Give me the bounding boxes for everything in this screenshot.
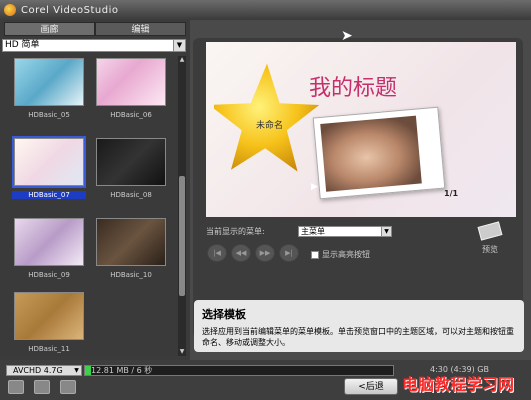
template-thumbnail bbox=[96, 218, 166, 266]
menu-category-select[interactable]: HD 简单 ▼ bbox=[2, 39, 186, 52]
end-icon: ▶| bbox=[285, 249, 293, 257]
tab-gallery[interactable]: 画廊 bbox=[4, 22, 95, 36]
home-button[interactable]: |◀ bbox=[207, 244, 227, 262]
chevron-down-icon: ▼ bbox=[173, 40, 185, 51]
template-thumbnail bbox=[96, 138, 166, 186]
preview-title[interactable]: 我的标题 bbox=[309, 70, 397, 102]
template-thumbnail bbox=[14, 292, 84, 340]
app-icon bbox=[4, 4, 16, 16]
watermark: 电脑教程学习网 bbox=[402, 375, 515, 394]
template-panel: 画廊 编辑 HD 简单 ▼ HDBasic_05 HDBasic_06 HDBa… bbox=[0, 20, 190, 360]
template-thumbnail bbox=[14, 58, 84, 106]
previous-icon: ◀◀ bbox=[235, 249, 247, 257]
template-label: HDBasic_07 bbox=[12, 191, 86, 199]
scroll-down-icon[interactable]: ▼ bbox=[178, 348, 186, 356]
current-menu-value: 主菜单 bbox=[301, 227, 325, 236]
template-item[interactable]: HDBasic_05 bbox=[12, 56, 86, 119]
template-thumbnail bbox=[96, 58, 166, 106]
highlight-checkbox[interactable]: 显示高亮按钮 bbox=[311, 249, 370, 260]
template-label: HDBasic_11 bbox=[28, 345, 70, 353]
template-item[interactable]: HDBasic_11 bbox=[12, 290, 86, 353]
template-item[interactable]: HDBasic_08 bbox=[94, 136, 168, 199]
description-box: 选择模板 选择应用到当前编辑菜单的菜单模板。单击预览窗口中的主题区域，可以对主题… bbox=[194, 300, 524, 352]
menu-category-value: HD 简单 bbox=[5, 40, 40, 50]
checkbox-box[interactable] bbox=[311, 250, 319, 259]
title-bar: Corel VideoStudio bbox=[0, 0, 531, 20]
preview-button[interactable]: 预览 bbox=[470, 221, 510, 255]
template-item[interactable]: HDBasic_10 bbox=[94, 216, 168, 279]
settings-icon[interactable] bbox=[8, 380, 24, 394]
remote-control-icon bbox=[477, 221, 503, 241]
tab-edit[interactable]: 编辑 bbox=[95, 22, 186, 36]
current-menu-row: 当前显示的菜单: 主菜单 ▼ bbox=[206, 226, 406, 238]
highlight-label: 显示高亮按钮 bbox=[322, 250, 370, 259]
template-label: HDBasic_05 bbox=[28, 111, 70, 119]
previous-button[interactable]: ◀◀ bbox=[231, 244, 251, 262]
gear-icon[interactable] bbox=[34, 380, 50, 394]
mouse-cursor-icon: ➤ bbox=[341, 28, 353, 44]
template-scrollbar[interactable]: ▲ ▼ bbox=[178, 56, 186, 356]
end-button[interactable]: ▶| bbox=[279, 244, 299, 262]
disc-usage-bar: 12.81 MB / 6 秒 bbox=[84, 365, 394, 376]
template-label: HDBasic_06 bbox=[110, 111, 152, 119]
page-indicator: 1/1 bbox=[444, 189, 459, 198]
template-thumbnail bbox=[14, 218, 84, 266]
scroll-up-icon[interactable]: ▲ bbox=[178, 56, 186, 64]
window-title: Corel VideoStudio bbox=[21, 4, 119, 16]
play-arrow-icon: ▶ bbox=[311, 182, 318, 192]
next-icon: ▶▶ bbox=[259, 249, 271, 257]
disc-usage-text: 12.81 MB / 6 秒 bbox=[91, 366, 153, 375]
template-item-selected[interactable]: HDBasic_07 bbox=[12, 136, 86, 199]
panel-tabs: 画廊 编辑 bbox=[4, 22, 186, 36]
chevron-down-icon: ▼ bbox=[74, 367, 79, 374]
disc-type-select[interactable]: AVCHD 4.7G ▼ bbox=[6, 365, 82, 376]
next-button[interactable]: ▶▶ bbox=[255, 244, 275, 262]
preview-subtitle[interactable]: 未命名 bbox=[256, 118, 283, 131]
photo-frame bbox=[312, 106, 446, 200]
template-item[interactable]: HDBasic_06 bbox=[94, 56, 168, 119]
scroll-thumb[interactable] bbox=[179, 176, 185, 296]
description-text: 选择应用到当前编辑菜单的菜单模板。单击预览窗口中的主题区域，可以对主题和按钮重命… bbox=[202, 327, 514, 347]
baby-photo bbox=[320, 115, 422, 192]
back-button[interactable]: <后退 bbox=[344, 378, 398, 395]
playback-controls: |◀ ◀◀ ▶▶ ▶| bbox=[207, 244, 299, 262]
home-icon: |◀ bbox=[213, 249, 221, 257]
description-title: 选择模板 bbox=[202, 308, 246, 321]
template-label: HDBasic_08 bbox=[110, 191, 152, 199]
options-icon[interactable] bbox=[60, 380, 76, 394]
template-item[interactable]: HDBasic_09 bbox=[12, 216, 86, 279]
template-thumbnail bbox=[12, 136, 86, 188]
bottom-icons bbox=[8, 380, 76, 394]
template-thumbnail-list: HDBasic_05 HDBasic_06 HDBasic_07 HDBasic… bbox=[0, 56, 178, 356]
chevron-down-icon: ▼ bbox=[381, 227, 391, 236]
preview-label: 预览 bbox=[482, 245, 498, 254]
template-label: HDBasic_10 bbox=[110, 271, 152, 279]
disc-type-value: AVCHD 4.7G bbox=[13, 366, 63, 375]
menu-preview[interactable]: 我的标题 未命名 ▶ 1/1 bbox=[206, 42, 516, 217]
current-menu-select[interactable]: 主菜单 ▼ bbox=[298, 226, 392, 237]
current-menu-label: 当前显示的菜单: bbox=[206, 227, 265, 236]
template-label: HDBasic_09 bbox=[28, 271, 70, 279]
